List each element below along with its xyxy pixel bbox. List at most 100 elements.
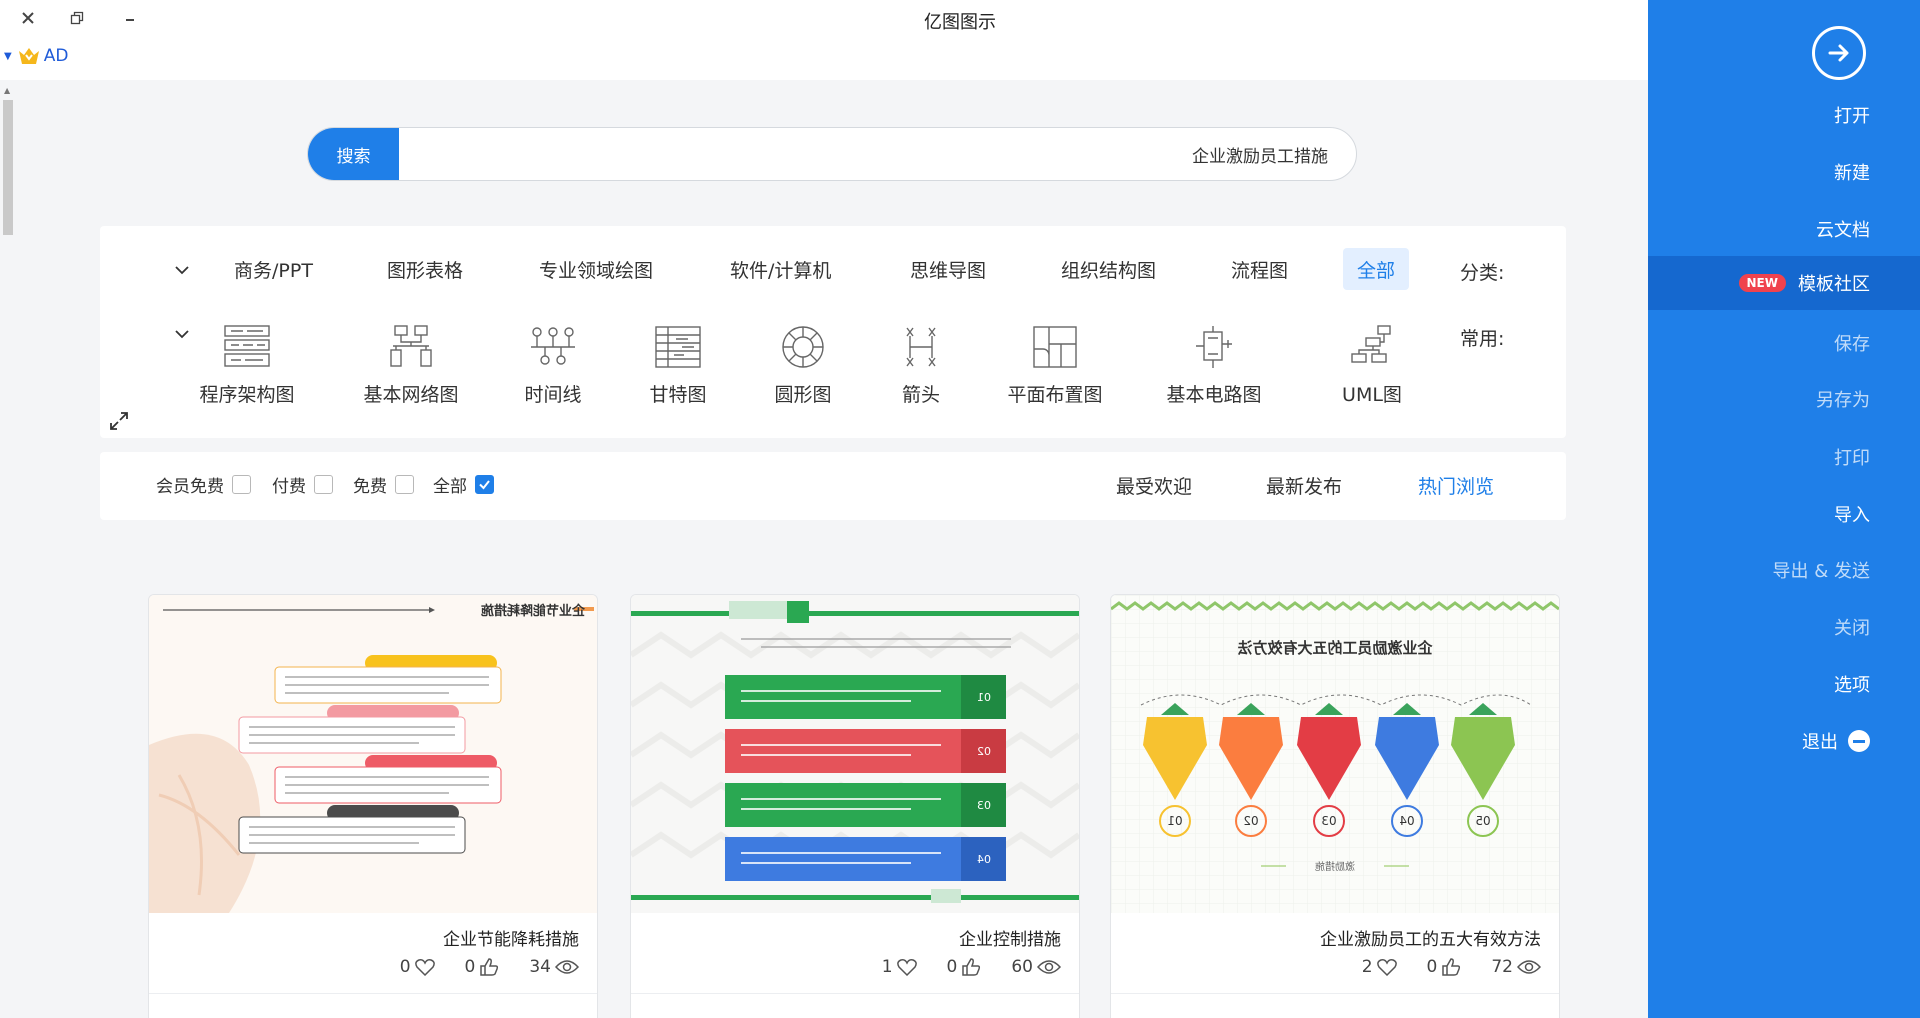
uml-icon (1351, 325, 1391, 363)
minimize-icon (126, 19, 134, 21)
sort-tab-latest[interactable]: 最新发布 (1266, 472, 1342, 499)
category-tab-org-chart[interactable]: 组织结构图 (1047, 248, 1170, 290)
checkbox[interactable] (314, 475, 333, 494)
menu-save-as[interactable]: 另存为 (1648, 372, 1920, 426)
category-tab-software[interactable]: 软件/计算机 (716, 248, 845, 290)
search-input[interactable] (408, 128, 1338, 180)
menu-exit[interactable]: 退出 (1648, 714, 1920, 768)
common-item-gantt[interactable]: 甘特图 (623, 324, 733, 407)
category-tab-graphic-table[interactable]: 图形表格 (373, 248, 477, 290)
menu-new[interactable]: 新建 (1648, 145, 1920, 199)
category-tab-all[interactable]: 全部 (1343, 248, 1410, 290)
file-menu-sidebar: 打开 新建 云文档 NEW 模板社区 保存 另存为 打印 导入 导出 & 发送 … (1648, 0, 1920, 1018)
common-item-circuit[interactable]: 基本电路图 (1159, 324, 1269, 407)
common-item-uml[interactable]: UML图 (1317, 324, 1427, 407)
common-item-label: 基本电路图 (1166, 384, 1262, 406)
eye-icon (1037, 960, 1061, 974)
filter-bar: 热门浏览 最新发布 最受欢迎 全部 免费 付费 会员免费 (100, 452, 1566, 520)
checkbox-checked[interactable] (475, 475, 494, 494)
caret-down-icon: ▼ (4, 50, 12, 62)
exit-icon (1848, 730, 1870, 752)
thumbnail-image: 企业激励员工的五大有效方法 01 02 03 04 05 激励措施 (1111, 595, 1559, 913)
template-thumbnail[interactable]: 企业节能降耗措施 (149, 595, 597, 913)
template-stats: 72 0 2 (1362, 957, 1541, 977)
filter-label: 全部 (433, 477, 467, 497)
category-tab-mind-map[interactable]: 思维导图 (896, 248, 1000, 290)
menu-import[interactable]: 导入 (1648, 487, 1920, 541)
expand-icon[interactable] (108, 410, 130, 432)
heart-icon (414, 959, 435, 976)
menu-cloud-docs[interactable]: 云文档 (1648, 202, 1920, 256)
common-item-floorplan[interactable]: 平面布置图 (1000, 324, 1110, 407)
view-count: 60 (1011, 957, 1061, 977)
thumbnail-title: 企业激励员工的五大有效方法 (1237, 639, 1433, 657)
menu-label: 模板社区 (1798, 274, 1870, 295)
minimize-window-button[interactable] (116, 6, 144, 30)
close-window-button[interactable] (14, 6, 42, 30)
menu-save[interactable]: 保存 (1648, 316, 1920, 370)
restore-window-button[interactable] (63, 6, 91, 30)
menu-export-send[interactable]: 导出 & 发送 (1648, 543, 1920, 597)
chevron-down-icon[interactable] (174, 262, 190, 278)
filter-free[interactable]: 免费 (353, 472, 414, 497)
common-item-label: 时间线 (524, 384, 582, 406)
sort-tab-popular[interactable]: 最受欢迎 (1116, 472, 1192, 499)
filter-member-free[interactable]: 会员免费 (156, 472, 251, 497)
filter-paid[interactable]: 付费 (272, 472, 333, 497)
like-count[interactable]: 0 (947, 957, 982, 977)
template-title[interactable]: 企业控制措施 (959, 925, 1061, 950)
common-item-arrow[interactable]: 箭头 (866, 324, 976, 407)
search-button[interactable]: 搜索 (308, 128, 399, 180)
chevron-down-icon[interactable] (174, 326, 190, 342)
gantt-icon (655, 326, 701, 368)
template-card[interactable]: 01 02 03 04 企业控制措施 60 0 1 (630, 594, 1080, 1018)
filter-label: 付费 (272, 477, 306, 497)
thumbs-up-icon (480, 958, 499, 976)
template-card[interactable]: 企业激励员工的五大有效方法 01 02 03 04 05 激励措施 企业激励员工… (1110, 594, 1560, 1018)
template-title[interactable]: 企业激励员工的五大有效方法 (1320, 925, 1541, 950)
scroll-up-arrow[interactable]: ▲ (4, 86, 10, 95)
menu-label: 退出 (1802, 732, 1838, 753)
template-card[interactable]: 企业节能降耗措施 企业节能降耗措施 34 0 0 (148, 594, 598, 1018)
account-menu[interactable]: ▼ AD (4, 46, 68, 66)
network-icon (390, 325, 432, 367)
common-item-architecture[interactable]: 程序架构图 (192, 324, 302, 407)
category-tab-flowchart[interactable]: 流程图 (1217, 248, 1302, 290)
restore-icon (70, 11, 84, 25)
sort-tab-hot[interactable]: 热门浏览 (1418, 472, 1494, 499)
like-count[interactable]: 0 (1427, 957, 1462, 977)
common-item-timeline[interactable]: 时间线 (498, 324, 608, 407)
step-number: 01 (1167, 814, 1182, 828)
common-item-circle[interactable]: 圆形图 (748, 324, 858, 407)
filter-all[interactable]: 全部 (433, 472, 494, 497)
scrollbar-thumb[interactable] (3, 100, 13, 235)
like-count[interactable]: 0 (465, 957, 500, 977)
arrow-shape-icon (906, 327, 936, 367)
step-number: 04 (1399, 814, 1414, 828)
eye-icon (555, 960, 579, 974)
template-thumbnail[interactable]: 企业激励员工的五大有效方法 01 02 03 04 05 激励措施 (1111, 595, 1559, 913)
menu-options[interactable]: 选项 (1648, 657, 1920, 711)
checkbox[interactable] (232, 475, 251, 494)
menu-print[interactable]: 打印 (1648, 430, 1920, 484)
template-title[interactable]: 企业节能降耗措施 (443, 925, 579, 950)
template-card-footer (1111, 993, 1559, 1018)
template-card-footer (631, 993, 1079, 1018)
architecture-icon (224, 325, 270, 367)
search-bar: 搜索 (307, 127, 1357, 181)
favorite-count[interactable]: 0 (400, 957, 435, 977)
menu-close[interactable]: 关闭 (1648, 600, 1920, 654)
common-item-network[interactable]: 基本网络图 (356, 324, 466, 407)
checkbox[interactable] (395, 475, 414, 494)
view-count: 72 (1491, 957, 1541, 977)
menu-open[interactable]: 打开 (1648, 88, 1920, 142)
back-button[interactable] (1812, 26, 1866, 80)
step-number: 01 (977, 691, 991, 704)
favorite-count[interactable]: 2 (1362, 957, 1397, 977)
category-tab-business-ppt[interactable]: 商务/PPT (220, 248, 327, 290)
favorite-count[interactable]: 1 (882, 957, 917, 977)
menu-template-community[interactable]: NEW 模板社区 (1648, 256, 1920, 310)
category-tab-professional[interactable]: 专业领域绘图 (525, 248, 667, 290)
step-number: 03 (977, 799, 991, 812)
template-thumbnail[interactable]: 01 02 03 04 (631, 595, 1079, 913)
